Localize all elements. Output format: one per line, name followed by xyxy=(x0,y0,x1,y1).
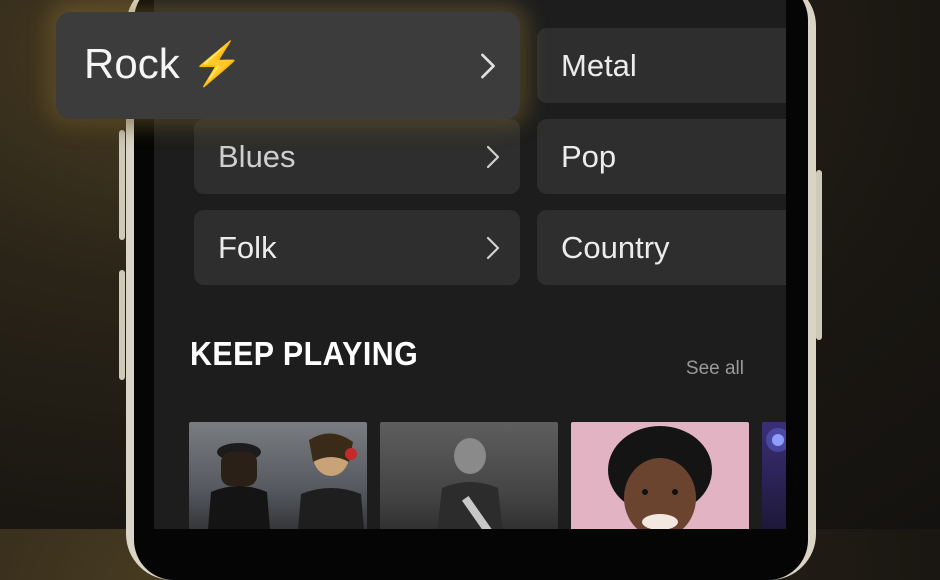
phone-side-button-upper xyxy=(119,130,125,240)
chevron-right-icon xyxy=(481,53,495,78)
album-thumb-concert[interactable] xyxy=(762,422,786,529)
section-title: KEEP PLAYING xyxy=(190,335,419,372)
chevron-right-icon xyxy=(486,236,500,259)
see-all-link[interactable]: See all xyxy=(686,358,744,380)
album-thumb-guitarist[interactable] xyxy=(380,422,558,529)
rock-band-photo xyxy=(208,433,364,529)
genre-tile-folk[interactable]: Folk xyxy=(194,210,520,285)
genre-tile-country[interactable]: Country xyxy=(537,210,786,285)
genre-tile-label: Blues xyxy=(218,138,296,174)
phone-power-button xyxy=(816,170,822,340)
lightning-bolt-icon: ⚡ xyxy=(191,40,244,87)
genre-tile-label: Country xyxy=(561,229,670,265)
genre-tile-label: Pop xyxy=(561,138,617,174)
concert-photo xyxy=(766,428,786,452)
phone-side-button-lower xyxy=(119,270,125,380)
genre-tile-metal[interactable]: Metal xyxy=(537,28,786,103)
genre-tile-pop[interactable]: Pop xyxy=(537,119,786,194)
genre-tile-label: Metal xyxy=(561,47,637,83)
album-thumb-rock-band[interactable] xyxy=(189,422,367,529)
genre-tile-label: Folk xyxy=(218,229,277,265)
genre-tile-rock-featured[interactable]: Rock ⚡ xyxy=(56,12,520,119)
soul-singer-photo xyxy=(608,426,712,529)
genre-tile-label: Rock ⚡ xyxy=(84,40,244,87)
guitarist-photo xyxy=(437,438,503,529)
chevron-right-icon xyxy=(486,145,500,168)
genre-tile-blues[interactable]: Blues xyxy=(194,119,520,194)
album-thumb-soul-singer[interactable] xyxy=(571,422,749,529)
